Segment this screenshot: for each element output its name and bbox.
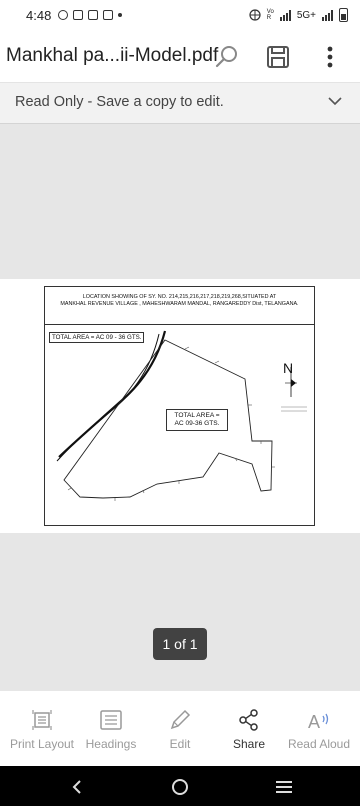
more-vertical-icon xyxy=(327,46,333,68)
message-icon xyxy=(58,10,68,20)
network-type-label: 5G+ xyxy=(296,9,316,21)
total-area-box-line2: AC 09-36 GTS. xyxy=(174,420,220,427)
signal-icon xyxy=(322,9,333,21)
hotspot-icon xyxy=(249,9,261,21)
page-indicator: 1 of 1 xyxy=(153,628,207,660)
status-time: 4:48 xyxy=(26,8,52,23)
bottom-action-bar: Print Layout Headings Edit Share A Read … xyxy=(0,690,360,766)
print-layout-icon xyxy=(32,710,52,730)
headings-button[interactable]: Headings xyxy=(80,691,142,767)
app-toolbar: Mankhal pa...ii-Model.pdf xyxy=(0,32,360,82)
read-only-message: Read Only - Save a copy to edit. xyxy=(15,94,224,110)
read-aloud-label: Read Aloud xyxy=(287,737,351,751)
edit-button[interactable]: Edit xyxy=(150,691,210,767)
read-only-banner[interactable]: Read Only - Save a copy to edit. xyxy=(0,82,360,124)
headings-icon xyxy=(100,710,122,730)
chevron-down-icon[interactable] xyxy=(328,96,342,106)
back-icon xyxy=(72,780,81,794)
share-label: Share xyxy=(232,737,266,751)
pen-icon xyxy=(170,709,191,730)
notification-icons xyxy=(58,10,122,20)
document-title: Mankhal pa...ii-Model.pdf xyxy=(6,45,219,66)
save-icon xyxy=(267,46,289,68)
share-button[interactable]: Share xyxy=(219,691,279,767)
pdf-page[interactable]: LOCATION SHOWING OF SY. NO. 214,215,216,… xyxy=(0,279,360,533)
home-button[interactable] xyxy=(169,776,191,798)
survey-map: LOCATION SHOWING OF SY. NO. 214,215,216,… xyxy=(44,286,315,526)
status-bar: 4:48 Vo R 5G+ xyxy=(0,0,360,32)
app-notification-icon xyxy=(103,10,113,20)
search-button[interactable] xyxy=(210,40,244,74)
app-notification-icon xyxy=(88,10,98,20)
headings-label: Headings xyxy=(85,737,137,751)
signal-icon xyxy=(279,9,291,21)
print-layout-button[interactable]: Print Layout xyxy=(8,691,76,767)
total-area-box-line1: TOTAL AREA = xyxy=(174,412,220,419)
more-options-button[interactable] xyxy=(313,40,347,74)
save-button[interactable] xyxy=(261,40,295,74)
app-notification-icon xyxy=(73,10,83,20)
search-icon xyxy=(215,46,237,68)
total-area-box: TOTAL AREA = AC 09-36 GTS. xyxy=(166,409,228,431)
edit-label: Edit xyxy=(169,737,191,751)
recents-button[interactable] xyxy=(273,776,295,798)
system-navigation-bar xyxy=(0,766,360,806)
home-icon xyxy=(172,779,188,795)
plot-boundary-drawing xyxy=(56,330,307,501)
more-notifications-icon xyxy=(118,13,122,17)
battery-icon xyxy=(339,8,348,22)
print-layout-label: Print Layout xyxy=(9,737,75,751)
menu-icon xyxy=(276,781,292,793)
svg-text:A: A xyxy=(308,712,320,731)
north-label: N xyxy=(283,360,294,376)
volte-icon: Vo R xyxy=(266,9,274,21)
share-icon xyxy=(239,709,258,731)
back-button[interactable] xyxy=(66,776,88,798)
status-indicators: Vo R 5G+ xyxy=(249,8,348,22)
read-aloud-button[interactable]: A Read Aloud xyxy=(286,691,352,767)
read-aloud-icon: A xyxy=(308,712,329,731)
